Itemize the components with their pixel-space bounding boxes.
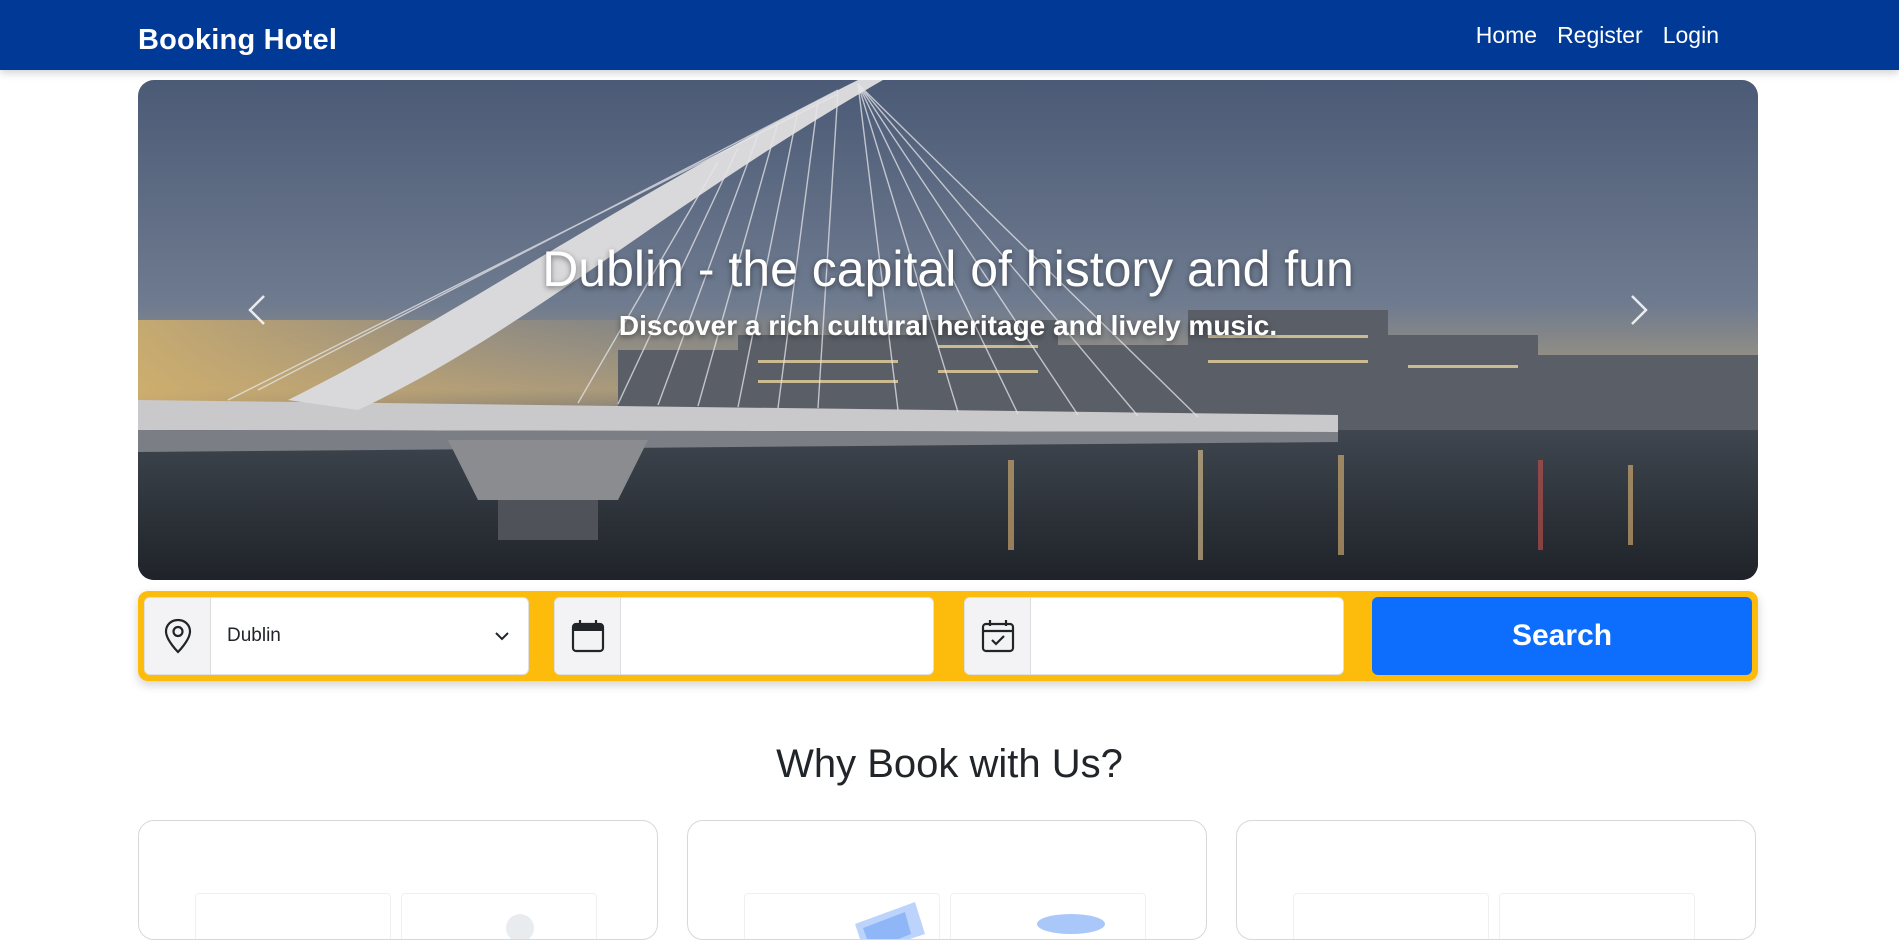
feature-card bbox=[138, 820, 658, 940]
nav-register-link[interactable]: Register bbox=[1557, 22, 1643, 49]
feature-card-image bbox=[744, 893, 940, 939]
map-pin-icon bbox=[164, 618, 191, 654]
feature-card-image bbox=[1499, 893, 1695, 939]
hero-subtitle: Discover a rich cultural heritage and li… bbox=[618, 310, 1278, 341]
checkin-date-field[interactable] bbox=[554, 597, 934, 675]
feature-card-image bbox=[195, 893, 391, 939]
top-navbar: Booking Hotel Home Register Login bbox=[0, 0, 1899, 70]
feature-card-image bbox=[1293, 893, 1489, 939]
location-select[interactable]: Dublin bbox=[144, 597, 529, 675]
calendar-check-icon bbox=[981, 620, 1014, 653]
chevron-down-icon bbox=[495, 632, 509, 641]
location-icon-box bbox=[145, 598, 211, 674]
location-select-body[interactable]: Dublin bbox=[211, 598, 528, 674]
carousel-prev-button[interactable] bbox=[238, 290, 278, 330]
hero-carousel: Dublin - the capital of history and fun … bbox=[138, 80, 1758, 580]
checkout-date-field[interactable] bbox=[964, 597, 1344, 675]
feature-illustration-icon bbox=[855, 902, 925, 939]
checkin-input-wrap bbox=[621, 598, 933, 674]
search-button[interactable]: Search bbox=[1372, 597, 1752, 675]
why-section-title: Why Book with Us? bbox=[776, 742, 1123, 786]
checkout-icon-box bbox=[965, 598, 1031, 674]
checkout-input-wrap bbox=[1031, 598, 1343, 674]
feature-card bbox=[687, 820, 1207, 940]
checkin-icon-box bbox=[555, 598, 621, 674]
chevron-left-icon bbox=[248, 295, 265, 325]
feature-card-image bbox=[401, 893, 597, 939]
chevron-right-icon bbox=[1631, 295, 1648, 325]
feature-card bbox=[1236, 820, 1756, 940]
nav-login-link[interactable]: Login bbox=[1663, 22, 1719, 49]
feature-illustration-icon bbox=[1037, 914, 1105, 934]
hero-caption: Dublin - the capital of history and fun … bbox=[138, 240, 1758, 342]
checkout-input[interactable] bbox=[1047, 598, 1343, 674]
nav-home-link[interactable]: Home bbox=[1476, 22, 1537, 49]
feature-illustration-icon bbox=[506, 914, 534, 939]
brand-logo[interactable]: Booking Hotel bbox=[138, 24, 337, 57]
feature-card-image bbox=[950, 893, 1146, 939]
nav-links: Home Register Login bbox=[1476, 22, 1719, 49]
checkin-input[interactable] bbox=[637, 598, 933, 674]
search-bar: Dublin Search bbox=[138, 591, 1758, 681]
carousel-next-button[interactable] bbox=[1618, 290, 1658, 330]
hero-title: Dublin - the capital of history and fun bbox=[542, 241, 1354, 297]
calendar-icon bbox=[571, 620, 604, 653]
location-select-value: Dublin bbox=[227, 625, 281, 646]
